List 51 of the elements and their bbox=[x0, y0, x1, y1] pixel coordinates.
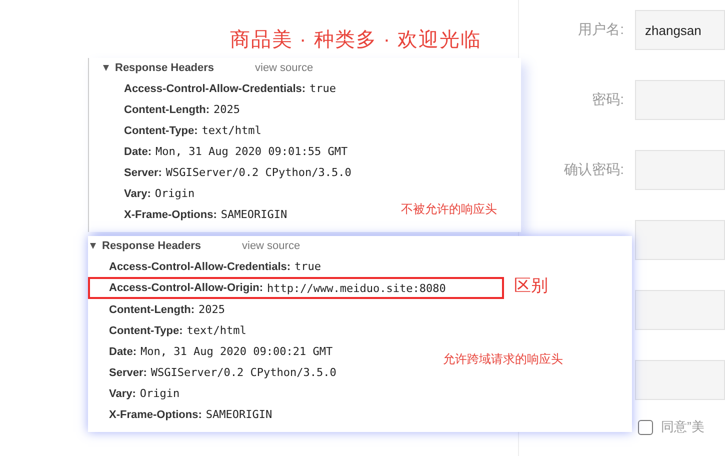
input-field[interactable] bbox=[635, 80, 725, 120]
triangle-icon[interactable] bbox=[90, 243, 96, 249]
header-value: Origin bbox=[154, 187, 195, 200]
banner-title: 商品美 · 种类多 · 欢迎光临 bbox=[230, 28, 482, 53]
header-name: Access-Control-Allow-Credentials: bbox=[109, 260, 291, 272]
header-name: Date: bbox=[124, 146, 152, 158]
header-name: Vary: bbox=[109, 388, 136, 400]
header-name: Access-Control-Allow-Origin: bbox=[109, 282, 264, 294]
header-value: text/html bbox=[186, 324, 246, 337]
view-source-link[interactable]: view source bbox=[242, 240, 300, 252]
input-field[interactable] bbox=[635, 150, 725, 190]
input-field[interactable] bbox=[635, 290, 725, 330]
view-source-link[interactable]: view source bbox=[255, 62, 314, 74]
header-value: WSGIServer/0.2 CPython/3.5.0 bbox=[166, 166, 352, 179]
annotation-text: 区别 bbox=[514, 275, 548, 297]
header-value: http://www.meiduo.site:8080 bbox=[267, 282, 446, 294]
header-value: text/html bbox=[202, 124, 262, 137]
header-value: WSGIServer/0.2 CPython/3.5.0 bbox=[150, 366, 336, 379]
checkbox[interactable] bbox=[638, 420, 653, 434]
header-name: X-Frame-Options: bbox=[109, 408, 202, 420]
header-value: Origin bbox=[140, 387, 180, 400]
header-name: Content-Length: bbox=[124, 104, 210, 116]
header-name: Content-Type: bbox=[124, 124, 198, 136]
header-value: true bbox=[294, 260, 322, 273]
field-label: 密码: bbox=[591, 91, 624, 109]
header-name: Server: bbox=[109, 366, 147, 378]
input-field[interactable] bbox=[635, 220, 725, 260]
input-field[interactable] bbox=[635, 360, 725, 400]
field-label: 用户名: bbox=[577, 21, 624, 39]
annotation-text: 允许跨域请求的响应头 bbox=[443, 351, 563, 368]
header-value: true bbox=[310, 82, 336, 95]
input-field[interactable]: zhangsan bbox=[635, 10, 725, 50]
header-name: Content-Type: bbox=[109, 324, 183, 336]
header-name: Access-Control-Allow-Credentials: bbox=[124, 82, 306, 94]
field-label: 确认密码: bbox=[563, 161, 624, 179]
annotation-text: 不被允许的响应头 bbox=[401, 201, 497, 218]
section-title[interactable]: Response Headers bbox=[102, 240, 238, 252]
section-title[interactable]: Response Headers bbox=[115, 62, 251, 74]
header-value: 2025 bbox=[198, 303, 226, 316]
header-value: 2025 bbox=[214, 103, 240, 116]
triangle-icon[interactable] bbox=[103, 65, 109, 71]
header-value: Mon, 31 Aug 2020 09:00:21 GMT bbox=[140, 345, 333, 358]
header-value: SAMEORIGIN bbox=[220, 208, 288, 221]
agreement-label: 同意”美 bbox=[661, 418, 704, 436]
header-name: Server: bbox=[124, 166, 162, 178]
header-name: Vary: bbox=[124, 188, 151, 200]
header-name: X-Frame-Options: bbox=[124, 208, 217, 220]
header-value: Mon, 31 Aug 2020 09:01:55 GMT bbox=[156, 145, 348, 158]
header-value: SAMEORIGIN bbox=[206, 408, 272, 421]
header-name: Date: bbox=[109, 346, 137, 358]
header-name: Content-Length: bbox=[109, 304, 195, 316]
